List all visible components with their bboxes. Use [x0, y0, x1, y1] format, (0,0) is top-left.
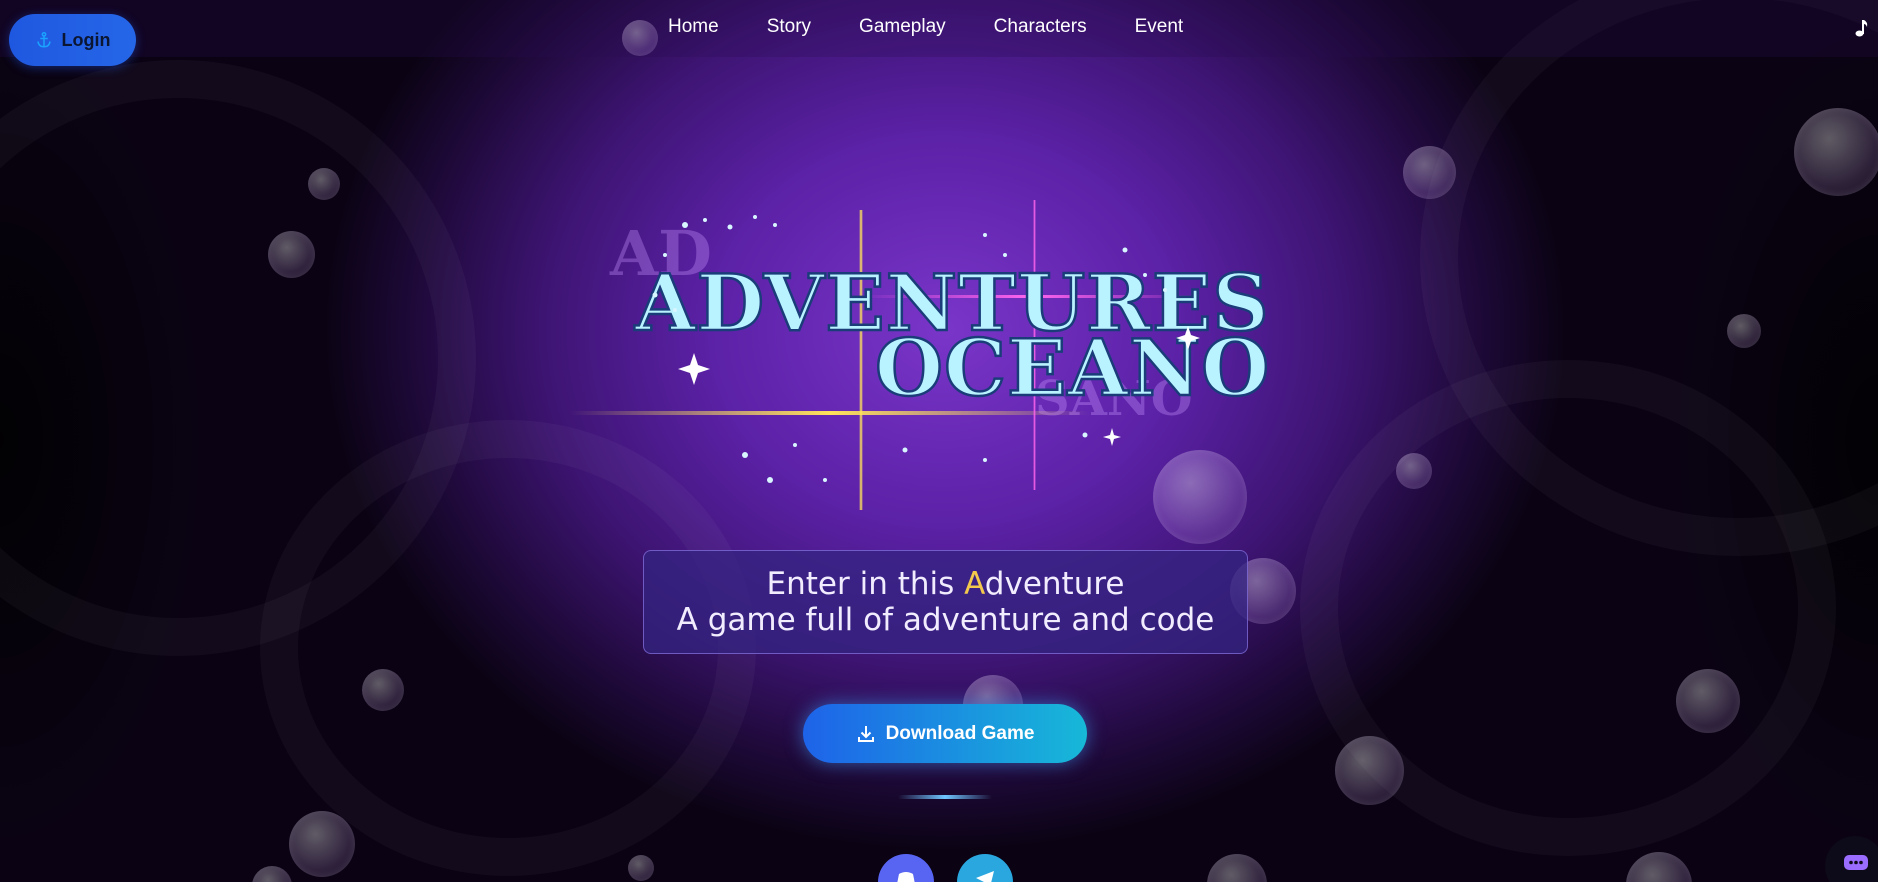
- bubble: [1626, 852, 1692, 882]
- page: Login Home Story Gameplay Characters Eve…: [0, 0, 1878, 882]
- bubble: [1403, 146, 1456, 199]
- chat-icon: [1844, 855, 1868, 870]
- nav-item-gameplay[interactable]: Gameplay: [859, 16, 946, 38]
- download-label: Download Game: [885, 722, 1035, 744]
- tagline-box: Enter in this Adventure A game full of a…: [643, 550, 1248, 654]
- anchor-icon: [36, 31, 51, 48]
- nav-item-home[interactable]: Home: [668, 16, 719, 38]
- bubble: [1676, 669, 1740, 733]
- bubble: [1794, 108, 1878, 196]
- tagline-line-1: Enter in this Adventure: [644, 566, 1247, 602]
- nav-item-event[interactable]: Event: [1135, 16, 1184, 38]
- download-game-button[interactable]: Download Game: [803, 704, 1087, 763]
- bubble: [1207, 854, 1267, 882]
- download-icon: [857, 725, 874, 742]
- section-divider: [898, 795, 992, 799]
- bubble: [252, 866, 292, 882]
- bubble: [1335, 736, 1404, 805]
- tagline-line-1-pre: Enter in this: [766, 566, 965, 602]
- logo-flare: [859, 210, 863, 510]
- tagline-accent-letter: A: [964, 566, 985, 602]
- discord-button[interactable]: [878, 854, 934, 882]
- bubble: [1396, 453, 1432, 489]
- game-logo: AD SANO ADVENTURES OCEANO: [565, 195, 1335, 515]
- nav-item-story[interactable]: Story: [767, 16, 811, 38]
- telegram-button[interactable]: [957, 854, 1013, 882]
- bubble: [628, 855, 654, 881]
- telegram-icon: [976, 871, 994, 882]
- bubble: [289, 811, 355, 877]
- logo-line-2: OCEANO: [875, 323, 1270, 414]
- bubble: [308, 168, 340, 200]
- login-button[interactable]: Login: [9, 14, 136, 66]
- main-nav: Home Story Gameplay Characters Event: [668, 16, 1183, 38]
- logo-artwork: AD SANO ADVENTURES OCEANO: [570, 200, 1271, 510]
- nav-item-characters[interactable]: Characters: [994, 16, 1087, 38]
- login-label: Login: [61, 29, 111, 50]
- background-wave: [0, 60, 476, 656]
- bubble: [268, 231, 315, 278]
- tagline-line-1-post: dventure: [984, 566, 1125, 602]
- bubble: [362, 669, 404, 711]
- background-wave: [1420, 0, 1878, 556]
- bubble: [622, 20, 658, 56]
- tagline-line-2: A game full of adventure and code: [676, 602, 1215, 638]
- bubble: [1727, 314, 1761, 348]
- chat-widget-button[interactable]: [1825, 836, 1878, 882]
- discord-icon: [897, 872, 915, 882]
- music-note-icon[interactable]: [1855, 18, 1869, 38]
